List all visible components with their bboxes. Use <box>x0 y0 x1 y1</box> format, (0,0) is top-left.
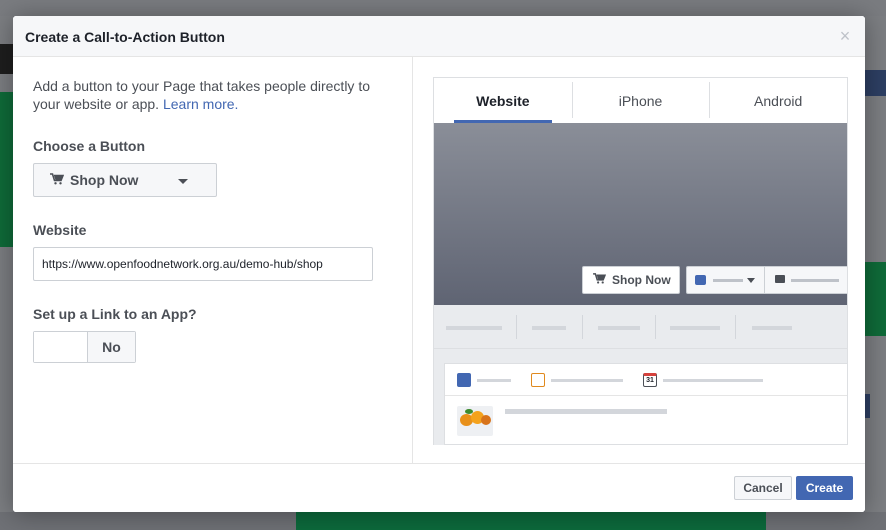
background-page-top <box>0 0 886 16</box>
message-icon <box>775 275 785 283</box>
like-icon <box>695 275 706 285</box>
tab-website[interactable]: Website <box>434 78 572 123</box>
placeholder-line <box>532 326 566 330</box>
website-url-input[interactable] <box>33 247 373 281</box>
background-page-banner <box>865 262 886 336</box>
placeholder-line <box>670 326 720 330</box>
page-avatar <box>457 406 493 436</box>
selected-button-label: Shop Now <box>70 172 139 188</box>
placeholder-line <box>505 409 667 414</box>
dialog-footer: Cancel Create <box>13 463 865 512</box>
tab-android[interactable]: Android <box>709 78 847 123</box>
post-composer-placeholder: 31 <box>444 363 847 445</box>
page-preview: Website iPhone Android Shop Now 31 <box>433 77 848 445</box>
like-button-placeholder <box>687 267 765 293</box>
learn-more-link[interactable]: Learn more. <box>163 96 238 112</box>
page-nav-placeholder <box>434 305 847 349</box>
button-type-select[interactable]: Shop Now <box>33 163 217 197</box>
chevron-down-icon <box>747 278 755 283</box>
divider <box>735 315 736 339</box>
app-link-toggle[interactable]: No <box>33 331 136 363</box>
cta-preview-label: Shop Now <box>612 273 671 287</box>
dialog-body: Add a button to your Page that takes peo… <box>13 57 865 463</box>
feed-placeholder: 31 <box>434 349 847 445</box>
divider <box>516 315 517 339</box>
message-button-placeholder <box>765 267 847 293</box>
create-button[interactable]: Create <box>796 476 853 500</box>
chevron-down-icon <box>178 179 188 184</box>
choose-button-label: Choose a Button <box>33 138 145 154</box>
placeholder-line <box>446 326 502 330</box>
close-icon[interactable]: × <box>837 26 853 46</box>
website-label: Website <box>33 222 87 238</box>
background-page-strip <box>865 394 870 418</box>
divider <box>655 315 656 339</box>
toggle-knob <box>34 332 88 362</box>
pencil-icon <box>457 373 471 387</box>
form-column: Add a button to your Page that takes peo… <box>13 57 413 463</box>
cta-preview-button: Shop Now <box>582 266 680 294</box>
background-page-banner <box>296 512 766 530</box>
background-page-strip <box>865 70 886 96</box>
dialog-title: Create a Call-to-Action Button <box>25 29 225 45</box>
placeholder-line <box>663 379 763 382</box>
placeholder-line <box>477 379 511 382</box>
toggle-value: No <box>88 332 135 362</box>
divider <box>582 315 583 339</box>
placeholder-line <box>598 326 640 330</box>
dialog-header: Create a Call-to-Action Button × <box>13 16 865 57</box>
placeholder-line <box>713 279 743 282</box>
background-page-banner <box>0 92 13 247</box>
placeholder-line <box>752 326 792 330</box>
background-page-strip <box>0 44 13 74</box>
like-message-bar <box>686 266 847 294</box>
cta-dialog: Create a Call-to-Action Button × Add a b… <box>13 16 865 512</box>
placeholder-line <box>551 379 623 382</box>
calendar-icon: 31 <box>643 373 657 387</box>
cover-photo-preview: Shop Now <box>434 123 847 305</box>
shopping-cart-icon <box>593 273 607 287</box>
preview-tabs: Website iPhone Android <box>434 78 847 123</box>
app-link-label: Set up a Link to an App? <box>33 306 197 322</box>
tab-iphone[interactable]: iPhone <box>571 78 710 123</box>
composer-actions: 31 <box>445 364 847 396</box>
intro-text: Add a button to your Page that takes peo… <box>33 77 378 113</box>
photo-icon <box>531 373 545 387</box>
cancel-button[interactable]: Cancel <box>734 476 792 500</box>
shopping-cart-icon <box>50 172 65 188</box>
placeholder-line <box>791 279 839 282</box>
